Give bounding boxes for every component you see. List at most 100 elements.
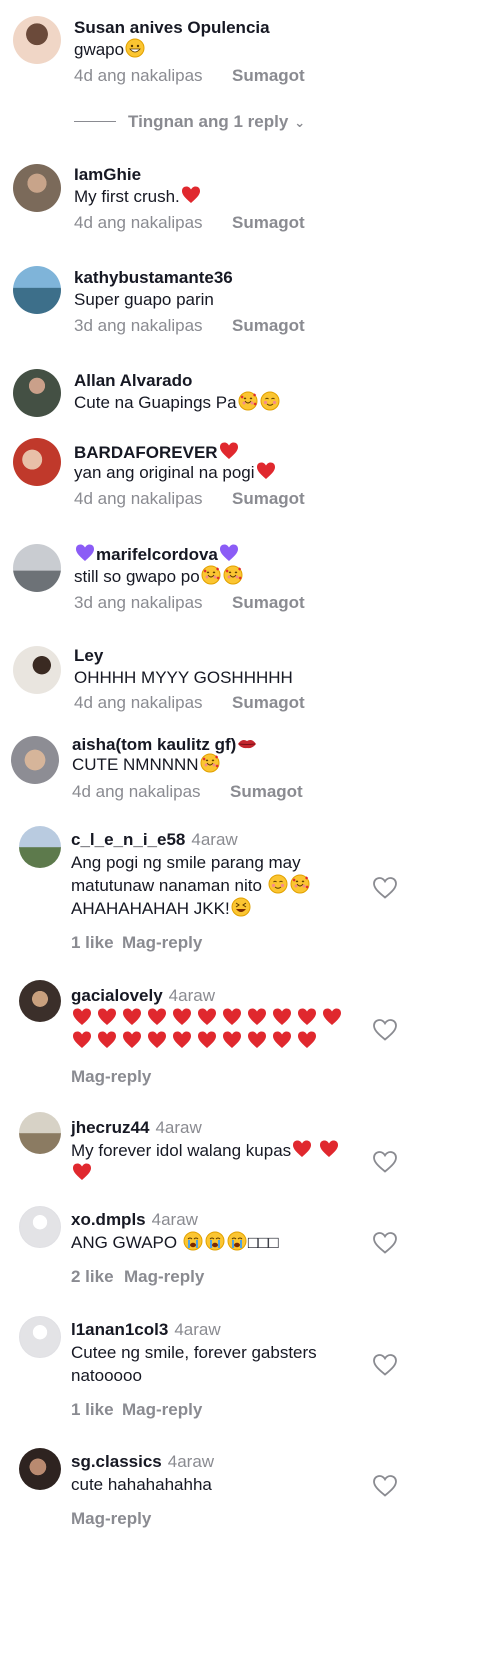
heart-outline-icon[interactable] — [372, 1018, 398, 1042]
avatar[interactable] — [19, 826, 61, 868]
comment-username[interactable]: c_l_e_n_i_e58 4araw — [71, 830, 238, 850]
red-heart-emoji-icon — [72, 1030, 92, 1050]
like-count: 1 like — [71, 1400, 114, 1419]
avatar[interactable] — [11, 736, 59, 784]
comment-text-line: Cutee ng smile, forever gabsters — [71, 1343, 317, 1362]
reply-button[interactable]: Sumagot — [232, 489, 305, 509]
reply-button[interactable]: Sumagot — [232, 316, 305, 336]
view-replies-button[interactable]: Tingnan ang 1 reply ⌄ — [74, 112, 305, 132]
reply-button[interactable]: Sumagot — [230, 782, 303, 802]
red-heart-emoji-icon — [272, 1030, 292, 1050]
comment-username[interactable]: l1anan1col3 4araw — [71, 1320, 221, 1340]
reply-button[interactable]: Mag-reply — [71, 1067, 151, 1087]
crying-emoji-icon — [183, 1231, 203, 1251]
reply-button[interactable]: Sumagot — [232, 693, 305, 713]
red-heart-emoji-icon — [172, 1007, 192, 1027]
avatar[interactable] — [13, 369, 61, 417]
crying-emoji-icon — [227, 1231, 247, 1251]
comment-timestamp: 4d ang nakalipas — [74, 489, 203, 508]
avatar[interactable] — [19, 1448, 61, 1490]
reply-button[interactable]: Sumagot — [232, 213, 305, 233]
red-heart-emoji-icon — [219, 441, 239, 461]
heart-face-emoji-icon — [238, 391, 258, 411]
comment-username[interactable]: marifelcordova — [74, 543, 240, 565]
red-heart-emoji-icon — [147, 1030, 167, 1050]
reply-button[interactable]: Sumagot — [232, 593, 305, 613]
laughing-emoji-icon — [231, 897, 251, 917]
heart-outline-icon[interactable] — [372, 1150, 398, 1174]
heart-outline-icon[interactable] — [372, 1353, 398, 1377]
heart-outline-icon[interactable] — [372, 1474, 398, 1498]
comment-timestamp: 4araw — [167, 1452, 215, 1471]
red-heart-emoji-icon — [272, 1007, 292, 1027]
comment-username[interactable]: gacialovely 4araw — [71, 986, 215, 1006]
avatar[interactable] — [19, 1206, 61, 1248]
like-count: 1 like — [71, 933, 114, 952]
grin-emoji-icon — [125, 38, 145, 58]
reply-button[interactable]: Mag-reply — [122, 933, 202, 953]
comment-item: jhecruz44 4araw My forever idol walang ku… — [0, 1108, 490, 1208]
red-heart-emoji-icon — [122, 1030, 142, 1050]
comment-username[interactable]: Susan anives Opulencia — [74, 18, 270, 38]
avatar[interactable] — [13, 266, 61, 314]
comment-item: l1anan1col3 4araw Cutee ng smile, forever… — [0, 1310, 490, 1420]
red-heart-emoji-icon — [181, 185, 201, 205]
red-heart-emoji-icon — [172, 1030, 192, 1050]
avatar[interactable] — [13, 646, 61, 694]
heart-outline-icon[interactable] — [372, 1231, 398, 1255]
comment-item: IamGhie My first crush. 4d ang nakalipas… — [0, 160, 490, 260]
comment-username[interactable]: IamGhie — [74, 165, 141, 185]
comment-text-line: My forever idol walang kupas — [71, 1138, 340, 1163]
comment-text: still so gwapo po — [74, 564, 244, 589]
avatar[interactable] — [19, 980, 61, 1022]
red-heart-emoji-icon — [247, 1007, 267, 1027]
avatar[interactable] — [13, 544, 61, 592]
reply-button[interactable]: Mag-reply — [122, 1400, 202, 1420]
reply-button[interactable]: Sumagot — [232, 66, 305, 86]
red-heart-emoji-icon — [197, 1030, 217, 1050]
comment-username[interactable]: Allan Alvarado — [74, 371, 192, 391]
comment-text-line: Ang pogi ng smile parang may — [71, 853, 301, 872]
comment-item: Susan anives Opulencia gwapo 4d ang naka… — [0, 0, 490, 150]
blush-emoji-icon — [268, 874, 288, 894]
avatar[interactable] — [13, 16, 61, 64]
red-heart-emoji-icon — [222, 1007, 242, 1027]
comment-item: kathybustamante36 Super guapo parin 3d a… — [0, 262, 490, 362]
comment-text: Super guapo parin — [74, 290, 214, 309]
comment-timestamp: 4araw — [151, 1210, 198, 1229]
comment-text: yan ang original na pogi — [74, 460, 277, 485]
comment-text-line — [71, 1029, 318, 1054]
heart-outline-icon[interactable] — [372, 876, 398, 900]
reply-button[interactable]: Mag-reply — [124, 1267, 204, 1287]
comment-username[interactable]: Ley — [74, 646, 103, 666]
comment-text-line: AHAHAHAHAH JKK! — [71, 896, 252, 921]
comment-timestamp: 4d ang nakalipas — [74, 213, 203, 232]
red-heart-emoji-icon — [197, 1007, 217, 1027]
comment-item: aisha(tom kaulitz gf) CUTE NMNNNN 4d ang… — [0, 730, 490, 830]
avatar[interactable] — [19, 1112, 61, 1154]
comment-text-line: matutunaw nanaman nito — [71, 873, 311, 898]
red-heart-emoji-icon — [97, 1007, 117, 1027]
comment-username[interactable]: jhecruz44 4araw — [71, 1118, 202, 1138]
comment-username[interactable]: sg.classics 4araw — [71, 1452, 214, 1472]
red-heart-emoji-icon — [122, 1007, 142, 1027]
comment-timestamp: 4araw — [155, 1118, 202, 1137]
view-replies-label: Tingnan ang 1 reply — [128, 112, 289, 131]
comment-text-line — [71, 1161, 93, 1186]
comment-username[interactable]: kathybustamante36 — [74, 268, 233, 288]
blush-emoji-icon — [260, 391, 280, 411]
red-heart-emoji-icon — [72, 1007, 92, 1027]
red-heart-emoji-icon — [292, 1139, 312, 1159]
avatar[interactable] — [13, 164, 61, 212]
avatar[interactable] — [13, 438, 61, 486]
red-heart-emoji-icon — [319, 1139, 339, 1159]
comment-timestamp: 4araw — [191, 830, 238, 849]
comment-username[interactable]: xo.dmpls 4araw — [71, 1210, 198, 1230]
comment-text-line — [71, 1006, 343, 1031]
red-heart-emoji-icon — [256, 461, 276, 481]
comment-item: c_l_e_n_i_e58 4araw Ang pogi ng smile par… — [0, 820, 490, 970]
comment-timestamp: 3d ang nakalipas — [74, 593, 203, 612]
comment-text: CUTE NMNNNN — [72, 752, 221, 777]
reply-button[interactable]: Mag-reply — [71, 1509, 151, 1529]
avatar[interactable] — [19, 1316, 61, 1358]
